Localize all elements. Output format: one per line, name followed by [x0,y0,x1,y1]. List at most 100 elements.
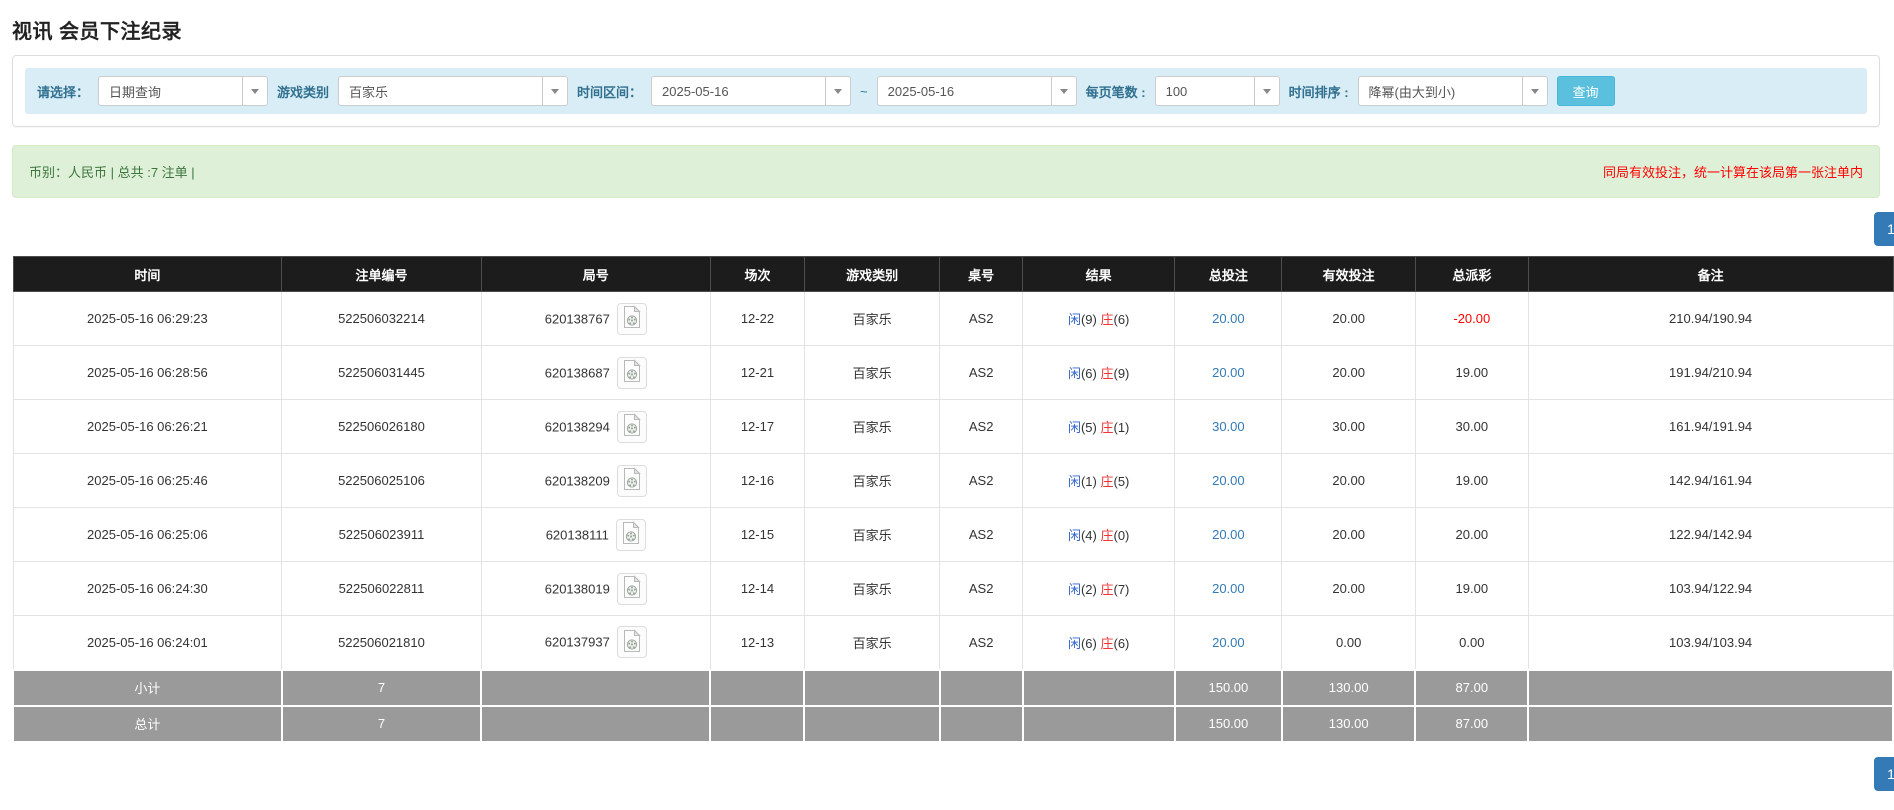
cell-game-type: 百家乐 [803,399,941,454]
cell-table-number: AS2 [939,615,1024,670]
cell-time: 2025-05-16 06:28:56 [12,345,283,400]
cell-total-bet: 20.00 [1174,291,1283,346]
result-banker-score: (7) [1113,582,1130,597]
cell-table-number: AS2 [939,399,1024,454]
result-player-label: 闲 [1067,528,1081,543]
chevron-down-icon [1253,77,1279,105]
video-replay-button[interactable] [616,356,647,389]
cell-session: 12-21 [709,345,805,400]
subtotal-row-empty [1527,668,1894,707]
search-button[interactable]: 查询 [1556,76,1615,106]
result-player-label: 闲 [1067,582,1081,597]
video-replay-button[interactable] [616,410,647,443]
total-bet-amount[interactable]: 20.00 [1212,635,1245,650]
page-1-button[interactable]: 1 [1874,212,1894,246]
col-header-5: 桌号 [939,256,1024,292]
col-header-8: 有效投注 [1281,256,1416,292]
table-row: 2025-05-16 06:24:30 522506022811 620138019… [12,561,1894,616]
cell-valid-bet: 20.00 [1281,291,1416,346]
total-row-empty [938,704,1024,743]
col-header-6: 结果 [1022,256,1176,292]
currency-summary-text: 币别：人民币 | 总共 :7 注单 | [29,165,195,180]
page-1-button[interactable]: 1 [1874,756,1894,791]
video-replay-button[interactable] [616,572,647,605]
cell-round-number: 620138111 [480,507,711,562]
chevron-down-icon [542,77,567,105]
total-row-payout: 87.00 [1414,704,1530,743]
cell-note: 210.94/190.94 [1527,291,1894,346]
cell-time: 2025-05-16 06:25:46 [12,453,283,508]
cell-table-number: AS2 [939,453,1024,508]
cell-total-bet: 20.00 [1174,561,1283,616]
cell-payout: 20.00 [1414,507,1529,562]
total-bet-amount[interactable]: 20.00 [1212,473,1245,488]
total-bet-amount[interactable]: 30.00 [1212,419,1245,434]
total-bet-amount[interactable]: 20.00 [1212,365,1245,380]
result-banker-score: (6) [1113,312,1130,327]
cell-game-type: 百家乐 [803,453,941,508]
cell-round-number: 620137937 [480,615,711,670]
cell-table-number: AS2 [939,291,1024,346]
cell-game-type: 百家乐 [803,507,941,562]
cell-valid-bet: 20.00 [1281,561,1416,616]
cell-valid-bet: 20.00 [1281,345,1416,400]
cell-round-number: 620138687 [480,345,711,400]
video-replay-icon [622,575,642,602]
game-type-select[interactable]: 百家乐 [338,76,569,106]
result-banker-label: 庄 [1100,528,1114,543]
cell-bet-number: 522506021810 [281,615,482,670]
round-number-text: 620138111 [545,527,609,542]
records-table-wrap: 时间 注单编号 局号 场次 游戏类别 桌号 结果 总投注 有效投注 总派彩 备注 2025-05-1… [12,256,1894,743]
result-banker-score: (1) [1113,420,1130,435]
cell-time: 2025-05-16 06:25:06 [12,507,283,562]
cell-bet-number: 522506025106 [281,453,482,508]
date-to-select[interactable]: 2025-05-16 [876,76,1077,106]
cell-total-bet: 20.00 [1174,345,1283,400]
col-header-9: 总派彩 [1414,256,1529,292]
video-replay-icon [622,305,642,332]
result-banker-label: 庄 [1100,582,1114,597]
table-row: 2025-05-16 06:25:06 522506023911 620138111… [12,507,1894,562]
cell-table-number: AS2 [939,345,1024,400]
table-row: 2025-05-16 06:25:46 522506025106 620138209… [12,453,1894,508]
video-replay-button[interactable] [616,626,647,659]
date-from-select[interactable]: 2025-05-16 [651,76,852,106]
date-range-label: 时间区间： [577,84,643,100]
result-banker-label: 庄 [1100,366,1114,381]
cell-payout: -20.00 [1414,291,1529,346]
result-banker-score: (0) [1113,528,1130,543]
sort-select[interactable]: 降幂(由大到小) [1357,76,1548,106]
col-header-4: 游戏类别 [803,256,941,292]
chevron-down-icon [1050,77,1076,105]
col-header-2: 局号 [480,256,711,292]
cell-total-bet: 30.00 [1174,399,1283,454]
mode-select[interactable]: 日期查询 [98,76,269,106]
cell-result: 闲(5) 庄(1) [1022,399,1176,454]
round-number-text: 620138767 [544,311,610,326]
total-bet-amount[interactable]: 20.00 [1212,311,1245,326]
total-row-count: 7 [280,704,483,743]
video-replay-button[interactable] [616,302,647,335]
total-bet-amount[interactable]: 20.00 [1212,527,1245,542]
cell-total-bet: 20.00 [1174,453,1283,508]
subtotal-row-total-bet: 150.00 [1173,668,1283,707]
page-size-select[interactable]: 100 [1154,76,1280,106]
cell-round-number: 620138019 [480,561,711,616]
video-replay-button[interactable] [616,464,647,497]
video-replay-button[interactable] [615,518,646,551]
col-header-10: 备注 [1527,256,1894,292]
cell-game-type: 百家乐 [803,615,941,670]
subtotal-row-empty [709,668,806,707]
game-type-label: 游戏类别 [277,84,330,100]
filter-bar: 请选择： 日期查询 游戏类别 百家乐 时间区间： 2025-05-16 ~ 20… [25,68,1867,114]
total-row-label: 总计 [12,704,283,743]
subtotal-row-label: 小计 [12,668,283,707]
result-player-label: 闲 [1067,420,1081,435]
subtotal-row-empty [480,668,712,707]
total-bet-amount[interactable]: 20.00 [1212,581,1245,596]
result-banker-score: (5) [1113,474,1130,489]
mode-label: 请选择： [37,84,90,100]
result-banker-label: 庄 [1100,312,1114,327]
cell-game-type: 百家乐 [803,561,941,616]
date-to-value: 2025-05-16 [887,83,955,99]
